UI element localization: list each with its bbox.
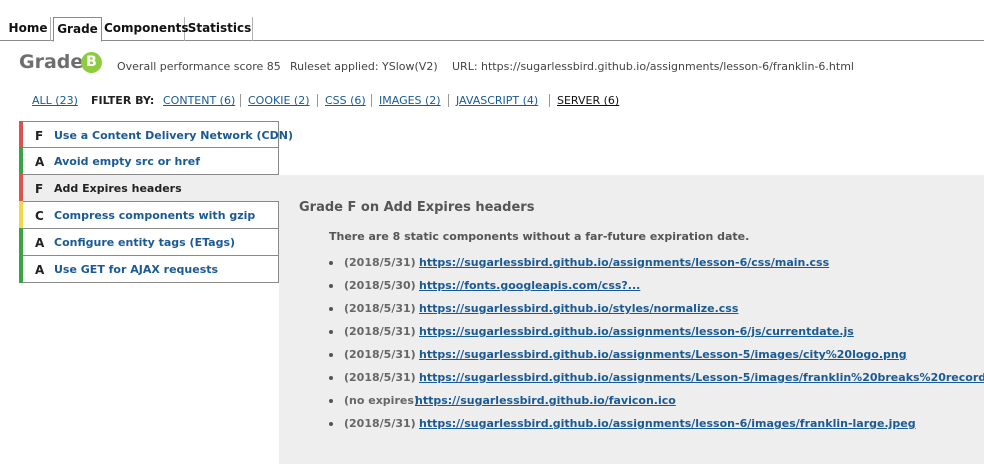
- grade-color-bar: [19, 121, 23, 148]
- filter-separator: [317, 94, 318, 107]
- expiry-date: (2018/5/31): [344, 348, 416, 361]
- filter-css[interactable]: CSS (6): [325, 94, 366, 107]
- rule-grade: A: [35, 236, 45, 250]
- component-link[interactable]: https://sugarlessbird.github.io/assignme…: [419, 371, 984, 384]
- detail-message: There are 8 static components without a …: [329, 230, 750, 243]
- filter-javascript[interactable]: JAVASCRIPT (4): [456, 94, 538, 107]
- grade-color-bar: [19, 174, 23, 202]
- rule-name[interactable]: Use GET for AJAX requests: [54, 263, 218, 276]
- rule-item-etags[interactable]: A Configure entity tags (ETags): [19, 228, 279, 256]
- rule-grade: F: [35, 129, 44, 143]
- rule-name[interactable]: Avoid empty src or href: [54, 155, 200, 168]
- tab-statistics[interactable]: Statistics: [187, 17, 253, 41]
- detail-title: Grade F on Add Expires headers: [299, 200, 535, 215]
- page-title: Grade: [19, 51, 84, 73]
- tab-components[interactable]: Components: [104, 17, 189, 41]
- rule-grade: F: [35, 182, 44, 196]
- filter-separator: [371, 94, 372, 107]
- expiry-date: (2018/5/31): [344, 302, 416, 315]
- rule-detail-panel: Grade F on Add Expires headers There are…: [279, 175, 984, 464]
- rule-item-expires[interactable]: F Add Expires headers: [19, 174, 280, 202]
- grade-color-bar: [19, 201, 23, 229]
- component-link[interactable]: https://sugarlessbird.github.io/assignme…: [419, 417, 916, 430]
- filter-images[interactable]: IMAGES (2): [379, 94, 441, 107]
- rule-item-gzip[interactable]: C Compress components with gzip: [19, 201, 279, 229]
- ruleset-applied: Ruleset applied: YSlow(V2): [290, 60, 438, 73]
- filter-separator: [549, 94, 550, 107]
- page-url: URL: https://sugarlessbird.github.io/ass…: [452, 60, 854, 73]
- bullet-icon: [329, 399, 333, 403]
- rule-name[interactable]: Compress components with gzip: [54, 209, 255, 222]
- grade-badge: B: [81, 52, 102, 73]
- rule-list: F Use a Content Delivery Network (CDN) A…: [19, 121, 293, 283]
- expiry-date: (2018/5/30): [344, 279, 416, 292]
- filter-content[interactable]: CONTENT (6): [163, 94, 235, 107]
- rule-item-empty-src[interactable]: A Avoid empty src or href: [19, 147, 279, 175]
- expiry-date: (2018/5/31): [344, 371, 416, 384]
- overall-score: Overall performance score 85: [117, 60, 281, 73]
- rule-name[interactable]: Add Expires headers: [54, 182, 182, 195]
- rule-grade: A: [35, 155, 45, 169]
- filter-all[interactable]: ALL (23): [32, 94, 78, 107]
- component-link[interactable]: https://sugarlessbird.github.io/styles/n…: [419, 302, 738, 315]
- bullet-icon: [329, 422, 333, 426]
- component-link[interactable]: https://sugarlessbird.github.io/assignme…: [419, 325, 854, 338]
- grade-header: Grade B Overall performance score 85 Rul…: [19, 51, 979, 77]
- bullet-icon: [329, 261, 333, 265]
- rule-grade: C: [35, 209, 44, 223]
- bullet-icon: [329, 307, 333, 311]
- tab-grade[interactable]: Grade: [53, 17, 102, 42]
- grade-color-bar: [19, 147, 23, 175]
- grade-color-bar: [19, 255, 23, 283]
- rule-name[interactable]: Configure entity tags (ETags): [54, 236, 235, 249]
- filter-by-label: FILTER BY:: [91, 94, 155, 107]
- expiry-date: (2018/5/31): [344, 256, 416, 269]
- rule-item-ajax-get[interactable]: A Use GET for AJAX requests: [19, 255, 279, 283]
- component-link[interactable]: https://fonts.googleapis.com/css?...: [419, 279, 640, 292]
- tab-home[interactable]: Home: [6, 17, 51, 41]
- component-link[interactable]: https://sugarlessbird.github.io/assignme…: [419, 348, 907, 361]
- tab-bar: Home Grade Components Statistics: [0, 0, 984, 42]
- bullet-icon: [329, 284, 333, 288]
- grade-color-bar: [19, 228, 23, 256]
- filter-server[interactable]: SERVER (6): [557, 94, 619, 107]
- expiry-date: (2018/5/31): [344, 417, 416, 430]
- filter-separator: [448, 94, 449, 107]
- expiry-date: (2018/5/31): [344, 325, 416, 338]
- filter-separator: [240, 94, 241, 107]
- expiry-date: (no expires): [344, 394, 419, 407]
- rule-grade: A: [35, 263, 45, 277]
- filter-cookie[interactable]: COOKIE (2): [248, 94, 309, 107]
- rule-name[interactable]: Use a Content Delivery Network (CDN): [54, 129, 293, 142]
- component-link[interactable]: https://sugarlessbird.github.io/assignme…: [419, 256, 829, 269]
- bullet-icon: [329, 353, 333, 357]
- rule-item-cdn[interactable]: F Use a Content Delivery Network (CDN): [19, 121, 293, 148]
- bullet-icon: [329, 330, 333, 334]
- component-link[interactable]: https://sugarlessbird.github.io/favicon.…: [415, 394, 676, 407]
- bullet-icon: [329, 376, 333, 380]
